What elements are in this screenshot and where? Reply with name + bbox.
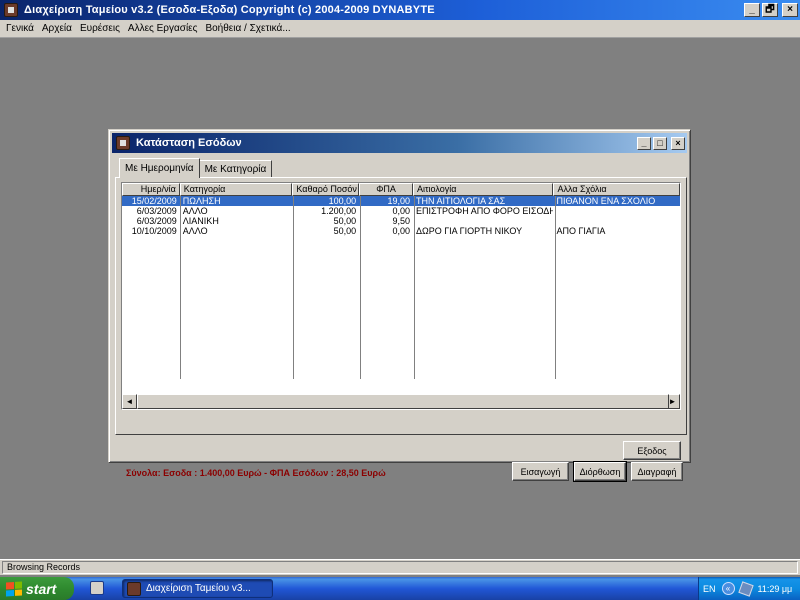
column-header-reason[interactable]: Αιτιολογία	[412, 183, 554, 196]
status-text: Browsing Records	[2, 561, 798, 574]
cell-comments: ΑΠΟ ΓΙΑΓΙΑ	[556, 226, 606, 236]
cell-vat: 0,00	[392, 206, 410, 216]
dialog-controls: _ □ ×	[637, 136, 685, 150]
cell-vat: 19,00	[387, 196, 410, 206]
cell-category: ΑΛΛΟ	[182, 226, 208, 236]
tab-by-date[interactable]: Με Ημερομηνία	[119, 158, 200, 178]
menubar: Γενικά Αρχεία Ευρέσεις Αλλες Εργασίες Βο…	[0, 20, 800, 38]
cell-date: 10/10/2009	[131, 226, 177, 236]
main-window-titlebar[interactable]: Διαχείριση Ταμείου v3.2 (Εσοδα-Εξοδα) Co…	[0, 0, 800, 20]
start-button[interactable]: start	[0, 577, 74, 600]
menu-other-tasks[interactable]: Αλλες Εργασίες	[124, 23, 202, 34]
cell-date: 15/02/2009	[131, 196, 177, 206]
cell-category: ΠΩΛΗΣΗ	[182, 196, 221, 206]
main-window-controls: _ 🗗 ×	[744, 3, 798, 17]
taskbar-app-button[interactable]: Διαχείριση Ταμείου v3...	[122, 579, 273, 598]
cell-net-amount: 100,00	[328, 196, 357, 206]
table-row[interactable]: 10/10/2009 ΑΛΛΟ 50,00 0,00 ΔΩΡΟ ΓΙΑ ΓΙΟΡ…	[122, 226, 680, 236]
cell-reason: ΤΗΝ ΑΙΤΙΟΛΟΓΙΑ ΣΑΣ	[415, 196, 506, 206]
cell-comments	[553, 216, 680, 226]
column-header-vat[interactable]: ΦΠΑ	[359, 183, 413, 196]
table-row[interactable]: 15/02/2009 ΠΩΛΗΣΗ 100,00 19,00 ΤΗΝ ΑΙΤΙΟ…	[122, 196, 680, 206]
menu-searches[interactable]: Ευρέσεις	[76, 23, 124, 34]
dialog-minimize-button[interactable]: _	[637, 136, 651, 150]
cell-comments	[553, 206, 680, 216]
column-header-net-amount[interactable]: Καθαρό Ποσόν	[292, 183, 360, 196]
table-row[interactable]: 6/03/2009 ΑΛΛΟ 1.200,00 0,00 ΕΠΙΣΤΡΟΦΗ Α…	[122, 206, 680, 216]
menu-general[interactable]: Γενικά	[2, 23, 38, 34]
scroll-left-arrow-icon[interactable]: ◄	[122, 394, 137, 409]
close-button[interactable]: ×	[782, 3, 798, 17]
records-listview[interactable]: Ημερ/νία Κατηγορία Καθαρό Ποσόν ΦΠΑ Αιτι…	[121, 182, 681, 410]
tray-expand-icon[interactable]: «	[721, 582, 735, 595]
totals-summary: Σύνολα: Εσοδα : 1.400,00 Ευρώ - ΦΠΑ Εσόδ…	[126, 468, 386, 478]
cell-date: 6/03/2009	[136, 206, 177, 216]
tab-by-category[interactable]: Με Κατηγορία	[198, 160, 273, 178]
dialog-titlebar[interactable]: Κατάσταση Εσόδων _ □ ×	[112, 133, 687, 153]
app-icon	[4, 3, 18, 17]
exit-button[interactable]: Εξοδος	[623, 441, 681, 460]
scrollbar-thumb[interactable]	[137, 394, 669, 409]
tab-panel: Ημερ/νία Κατηγορία Καθαρό Ποσόν ΦΠΑ Αιτι…	[115, 177, 687, 482]
dialog-close-button[interactable]: ×	[671, 136, 685, 150]
dialog-app-icon	[116, 136, 130, 150]
edit-button[interactable]: Διόρθωση	[573, 461, 627, 482]
network-icon[interactable]	[737, 580, 754, 597]
windows-logo-icon	[6, 580, 22, 597]
cell-category: ΑΛΛΟ	[182, 206, 208, 216]
column-header-comments[interactable]: Αλλα Σχόλια	[553, 183, 680, 196]
cell-reason: ΕΠΙΣΤΡΟΦΗ ΑΠΟ ΦΟΡΟ ΕΙΣΟΔΗΜΑΤ	[415, 206, 553, 216]
cell-net-amount: 1.200,00	[321, 206, 357, 216]
menu-help-about[interactable]: Βοήθεια / Σχετικά...	[201, 23, 294, 34]
main-window-title: Διαχείριση Ταμείου v3.2 (Εσοδα-Εξοδα) Co…	[24, 4, 435, 16]
delete-button[interactable]: Διαγραφή	[631, 462, 683, 481]
taskbar-app-icon	[127, 581, 141, 596]
restore-button[interactable]: 🗗	[762, 3, 778, 17]
cell-comments: ΠΙΘΑΝΟΝ ΕΝΑ ΣΧΟΛΙΟ	[556, 196, 656, 206]
dialog-title: Κατάσταση Εσόδων	[136, 137, 242, 149]
quicklaunch-icon[interactable]	[90, 581, 104, 595]
cell-net-amount: 50,00	[333, 226, 357, 236]
cell-reason: ΔΩΡΟ ΓΙΑ ΓΙΟΡΤΗ ΝΙΚΟΥ	[415, 226, 523, 236]
income-status-dialog: Κατάσταση Εσόδων _ □ × Με Ημερομηνία Με …	[108, 129, 691, 482]
minimize-button[interactable]: _	[744, 3, 760, 17]
cell-date: 6/03/2009	[136, 216, 177, 226]
system-tray: EN « 11:29 μμ	[698, 577, 800, 600]
insert-button[interactable]: Εισαγωγή	[512, 462, 569, 481]
language-indicator[interactable]: EN	[703, 584, 716, 594]
clock: 11:29 μμ	[757, 583, 793, 594]
cell-category: ΛΙΑΝΙΚΗ	[182, 216, 219, 226]
scrollbar-track[interactable]	[137, 394, 669, 409]
dialog-tabs: Με Ημερομηνία Με Κατηγορία	[119, 158, 273, 178]
start-label: start	[26, 580, 57, 597]
taskbar-app-label: Διαχείριση Ταμείου v3...	[146, 583, 251, 594]
listview-content: Ημερ/νία Κατηγορία Καθαρό Ποσόν ΦΠΑ Αιτι…	[122, 183, 680, 394]
dialog-maximize-button[interactable]: □	[653, 136, 667, 150]
cell-vat: 0,00	[392, 226, 410, 236]
menu-files[interactable]: Αρχεία	[38, 23, 76, 34]
statusbar: Browsing Records	[0, 559, 800, 575]
listview-header: Ημερ/νία Κατηγορία Καθαρό Ποσόν ΦΠΑ Αιτι…	[122, 183, 680, 196]
column-header-category[interactable]: Κατηγορία	[179, 183, 293, 196]
cell-net-amount: 50,00	[333, 216, 357, 226]
taskbar: start Διαχείριση Ταμείου v3... EN « 11:2…	[0, 577, 800, 600]
cell-reason	[413, 216, 553, 226]
table-row[interactable]: 6/03/2009 ΛΙΑΝΙΚΗ 50,00 9,50	[122, 216, 680, 226]
horizontal-scrollbar[interactable]: ◄ ►	[122, 394, 680, 409]
cell-vat: 9,50	[392, 216, 410, 226]
column-header-date[interactable]: Ημερ/νία	[122, 183, 180, 196]
